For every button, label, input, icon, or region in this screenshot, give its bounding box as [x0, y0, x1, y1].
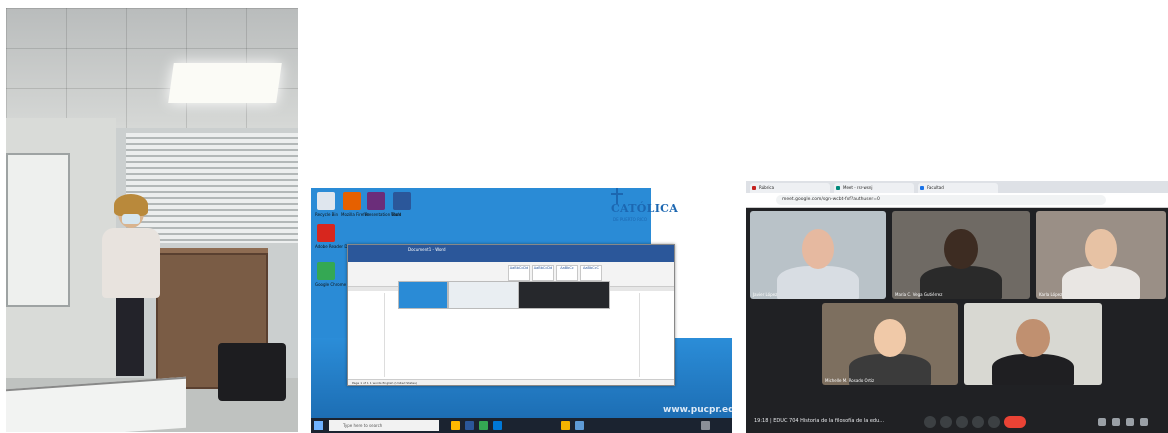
- desktop-icon-label: Recycle Bin: [315, 212, 339, 217]
- browser-tab-label: Facultad: [927, 185, 944, 190]
- word-icon[interactable]: [393, 192, 411, 210]
- people-icon[interactable]: [1112, 418, 1120, 426]
- participant-tile[interactable]: María C. Vega Gutiérrez: [892, 211, 1030, 299]
- style-gallery-item[interactable]: AaBbCc: [556, 265, 578, 281]
- recycle-bin-icon[interactable]: [317, 192, 335, 210]
- google-meet-screenshot: Rúbrica Meet - rsr-wsnj Facultad meet.goog…: [746, 181, 1168, 433]
- presenter-legs: [116, 296, 144, 376]
- participant-head: [1085, 228, 1117, 270]
- desktop-icon-label: Word: [391, 212, 402, 217]
- word-taskbar-icon[interactable]: [465, 421, 474, 430]
- more-options-button[interactable]: [988, 416, 1000, 428]
- activities-icon[interactable]: [1140, 418, 1148, 426]
- whiteboard: [6, 153, 70, 307]
- participant-name: Michelle M. Rosado Ortiz: [825, 378, 875, 383]
- taskbar-search-input[interactable]: Type here to search: [329, 420, 439, 431]
- embedded-screenshot-meet: [518, 281, 610, 309]
- desktop-icon-label: Adobe Reader DC: [315, 244, 351, 249]
- notification-icon[interactable]: [701, 421, 710, 430]
- tab-favicon-icon: [920, 186, 924, 190]
- style-gallery-item[interactable]: AaBbCcDd: [508, 265, 530, 281]
- windows-start-icon[interactable]: [314, 421, 323, 430]
- rolling-suitcase: [218, 343, 286, 401]
- word-statusbar: Page 1 of 1 1 words English (United Stat…: [348, 379, 674, 385]
- browser-tab-label: Rúbrica: [759, 185, 775, 190]
- firefox-icon[interactable]: [343, 192, 361, 210]
- embedded-screenshot-desktop: [398, 281, 448, 309]
- ceiling-light: [168, 63, 282, 103]
- browser-tab-label: Meet - rsr-wsnj: [843, 185, 873, 190]
- camera-button[interactable]: [940, 416, 952, 428]
- participant-head: [801, 228, 835, 270]
- word-ribbon-tabs: FileHomeInsertDrawDesignLayoutReferences…: [348, 255, 674, 271]
- desktop-screenshot: CATÓLICA DE PUERTO RICO Recycle Bin Mozil…: [311, 188, 732, 433]
- word-titlebar: Document1 - Word: [348, 245, 674, 255]
- chrome-icon[interactable]: [317, 262, 335, 280]
- browser-address-bar: meet.google.com/sgn-wcbt-fxf?authuser=0: [746, 193, 1168, 208]
- meeting-info: 19:18 | EDUC 704 Historia de la filosofí…: [754, 418, 885, 424]
- end-call-button[interactable]: [1004, 416, 1026, 428]
- participant-tile[interactable]: Javier López: [750, 211, 886, 299]
- presentation-icon[interactable]: [367, 192, 385, 210]
- app-taskbar-icon[interactable]: [561, 421, 570, 430]
- embedded-screenshot-page: [448, 281, 520, 309]
- presenter-hair: [114, 194, 148, 216]
- university-logo: CATÓLICA: [611, 202, 679, 215]
- participant-name: Karla López: [1039, 292, 1063, 297]
- style-gallery-item[interactable]: AaBbCcDd: [532, 265, 554, 281]
- word-window[interactable]: Document1 - Word FileHomeInsertDrawDesig…: [347, 244, 675, 386]
- participant-body: [991, 353, 1075, 385]
- browser-tab[interactable]: Meet - rsr-wsnj: [834, 183, 914, 193]
- presenter: [94, 194, 164, 378]
- participant-tile[interactable]: Karla López: [1036, 211, 1166, 299]
- participant-body: [1062, 265, 1140, 299]
- participant-name: María C. Vega Gutiérrez: [895, 292, 943, 297]
- participant-head: [1016, 319, 1050, 358]
- adobe-reader-icon[interactable]: [317, 224, 335, 242]
- browser-tabstrip: Rúbrica Meet - rsr-wsnj Facultad: [746, 181, 1168, 193]
- mic-button[interactable]: [924, 416, 936, 428]
- browser-tab[interactable]: Rúbrica: [750, 183, 830, 193]
- presenter-jacket: [102, 228, 160, 298]
- edge-taskbar-icon[interactable]: [493, 421, 502, 430]
- style-gallery-item[interactable]: AaBbCcC: [580, 265, 602, 281]
- windows-taskbar: Type here to search: [311, 418, 732, 433]
- tab-favicon-icon: [752, 186, 756, 190]
- browser-tab[interactable]: Facultad: [918, 183, 998, 193]
- classroom-photo: [6, 8, 298, 432]
- tab-favicon-icon: [836, 186, 840, 190]
- raise-hand-button[interactable]: [956, 416, 968, 428]
- present-button[interactable]: [972, 416, 984, 428]
- app2-taskbar-icon[interactable]: [575, 421, 584, 430]
- info-icon[interactable]: [1098, 418, 1106, 426]
- participant-name: Javier López: [753, 292, 778, 297]
- participant-tile[interactable]: [964, 303, 1102, 385]
- face-mask: [122, 214, 140, 224]
- participant-body: [777, 265, 859, 299]
- url-field[interactable]: meet.google.com/sgn-wcbt-fxf?authuser=0: [776, 195, 1106, 205]
- participant-head: [944, 228, 978, 270]
- participant-tile[interactable]: Michelle M. Rosado Ortiz: [822, 303, 958, 385]
- participant-head: [873, 319, 907, 358]
- cross-bar: [611, 193, 623, 195]
- meet-controls-bar: 19:18 | EDUC 704 Historia de la filosofí…: [746, 411, 1168, 433]
- university-logo-subtext: DE PUERTO RICO: [613, 217, 647, 222]
- chrome-taskbar-icon[interactable]: [479, 421, 488, 430]
- desktop-icon-label: Google Chrome: [315, 282, 347, 287]
- website-url: www.pucpr.edu: [663, 405, 732, 415]
- file-explorer-icon[interactable]: [451, 421, 460, 430]
- chat-icon[interactable]: [1126, 418, 1134, 426]
